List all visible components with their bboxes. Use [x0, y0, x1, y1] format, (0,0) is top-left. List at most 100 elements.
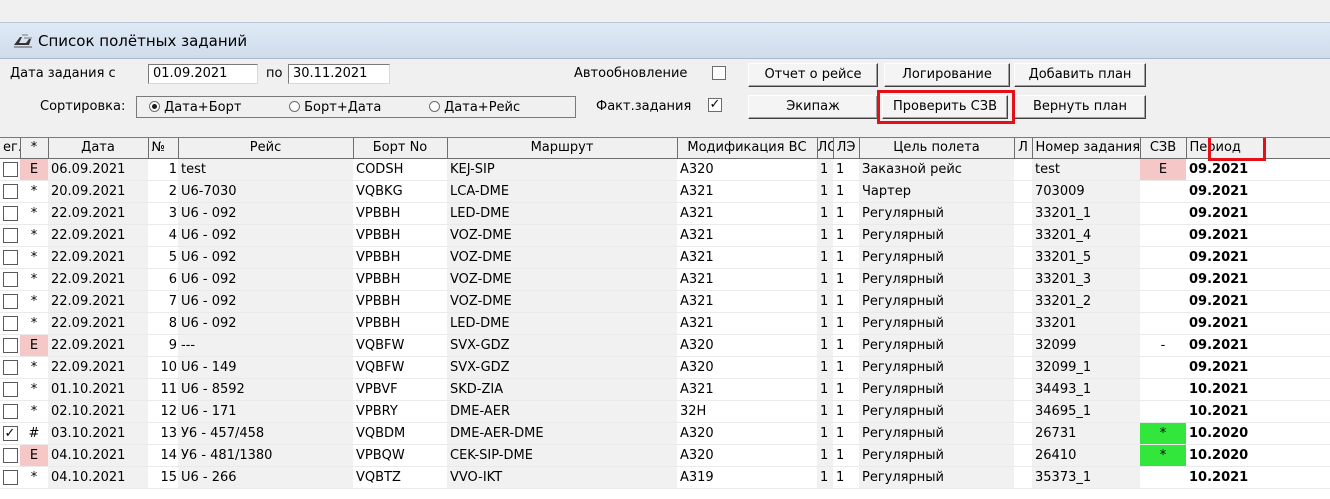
row-select-cell[interactable]: [0, 224, 20, 247]
row-select-cell[interactable]: [0, 400, 20, 423]
row-select-cell[interactable]: [0, 312, 20, 335]
col-header-board[interactable]: Борт No: [353, 138, 448, 159]
table-row[interactable]: * 22.09.2021 10 U6 - 149 VQBFW SVX-GDZ A320 1 1 Р…: [0, 356, 1330, 379]
row-status-mark: E: [20, 334, 48, 357]
fact-tasks-checkbox[interactable]: ✓: [708, 98, 722, 112]
row-status-mark: *: [20, 356, 48, 379]
cell-l: [1014, 334, 1032, 357]
col-header-flight[interactable]: Рейс: [178, 138, 354, 159]
table-row[interactable]: * 22.09.2021 8 U6 - 092 VPBBH LED-DME A321 1 1 Ре…: [0, 312, 1330, 335]
row-select-checkbox[interactable]: [2, 403, 18, 419]
table-row[interactable]: * 22.09.2021 6 U6 - 092 VPBBH VOZ-DME A321 1 1 Ре…: [0, 268, 1330, 291]
cell-task-number: 703009: [1032, 180, 1140, 203]
table-row[interactable]: E 06.09.2021 1 test CODSH KEJ-SIP A320 1 1 Заказн…: [0, 158, 1330, 181]
cell-lo: 1: [817, 202, 833, 225]
row-select-cell[interactable]: [0, 246, 20, 269]
col-header-le[interactable]: ЛЭ: [833, 138, 860, 159]
row-select-checkbox[interactable]: [2, 205, 18, 221]
col-header-lo[interactable]: ЛО: [817, 138, 834, 159]
col-header-task-number[interactable]: Номер задания: [1032, 138, 1141, 159]
cell-l: [1014, 202, 1032, 225]
row-select-checkbox[interactable]: [2, 183, 18, 199]
add-plan-button[interactable]: Добавить план: [1014, 63, 1146, 87]
cell-task-number: 33201_1: [1032, 202, 1140, 225]
row-select-cell[interactable]: [0, 334, 20, 357]
col-header-route[interactable]: Маршрут: [447, 138, 678, 159]
cell-number: 6: [148, 268, 178, 291]
cell-task-number: 32099: [1032, 334, 1140, 357]
table-header-row: ег. * Дата № Рейс Борт No Маршрут Модифи…: [0, 138, 1330, 159]
row-select-checkbox[interactable]: ✓: [2, 425, 18, 441]
sort-board-date-radio[interactable]: Борт+Дата: [289, 100, 381, 116]
table-row[interactable]: * 20.09.2021 2 U6-7030 VQBKG LCA-DME A321 1 1 Чар…: [0, 180, 1330, 203]
cell-period: 09.2021: [1186, 290, 1330, 313]
row-status-mark: *: [20, 268, 48, 291]
row-select-checkbox[interactable]: [2, 359, 18, 375]
table-row[interactable]: * 22.09.2021 4 U6 - 092 VPBBH VOZ-DME A321 1 1 Ре…: [0, 224, 1330, 247]
row-select-checkbox[interactable]: [2, 161, 18, 177]
row-select-cell[interactable]: ✓: [0, 422, 20, 445]
table-row[interactable]: * 01.10.2021 11 U6 - 8592 VPBVF SKD-ZIA A321 1 1…: [0, 378, 1330, 401]
cell-period: 10.2020: [1186, 422, 1330, 445]
table-row[interactable]: E 22.09.2021 9 --- VQBFW SVX-GDZ A320 1 1 Регуляр…: [0, 334, 1330, 357]
col-header-szv[interactable]: СЗВ: [1140, 138, 1187, 159]
cell-route: LED-DME: [447, 312, 677, 335]
table-row[interactable]: * 22.09.2021 7 U6 - 092 VPBBH VOZ-DME A321 1 1 Ре…: [0, 290, 1330, 313]
return-plan-button[interactable]: Вернуть план: [1014, 95, 1146, 119]
cell-le: 1: [833, 158, 859, 181]
cell-le: 1: [833, 444, 859, 467]
table-row[interactable]: * 22.09.2021 5 U6 - 092 VPBBH VOZ-DME A321 1 1 Ре…: [0, 246, 1330, 269]
flight-report-button[interactable]: Отчет о рейсе: [748, 63, 878, 87]
row-select-checkbox[interactable]: [2, 293, 18, 309]
row-select-cell[interactable]: [0, 268, 20, 291]
date-to-field[interactable]: 30.11.2021: [288, 64, 390, 84]
date-from-label: Дата задания с: [10, 66, 116, 81]
cell-task-number: 34695_1: [1032, 400, 1140, 423]
row-select-checkbox[interactable]: [2, 271, 18, 287]
row-select-cell[interactable]: [0, 158, 20, 181]
cell-aircraft-mod: A319: [677, 466, 817, 489]
col-header-date[interactable]: Дата: [48, 138, 149, 159]
col-header-check[interactable]: ег.: [0, 138, 21, 159]
row-select-checkbox[interactable]: [2, 447, 18, 463]
col-header-purpose[interactable]: Цель полета: [859, 138, 1015, 159]
cell-board: VPBBH: [353, 202, 447, 225]
top-strip: [0, 0, 1330, 22]
sort-date-board-radio[interactable]: Дата+Борт: [149, 100, 241, 116]
cell-period: 10.2021: [1186, 378, 1330, 401]
cell-purpose: Регулярный: [859, 444, 1014, 467]
col-header-mark[interactable]: *: [20, 138, 49, 159]
cell-aircraft-mod: A320: [677, 444, 817, 467]
col-header-aircraft-mod[interactable]: Модификация ВС: [677, 138, 818, 159]
row-select-cell[interactable]: [0, 202, 20, 225]
row-select-checkbox[interactable]: [2, 249, 18, 265]
row-select-cell[interactable]: [0, 180, 20, 203]
cell-route: VVO-IKT: [447, 466, 677, 489]
logging-button[interactable]: Логирование: [884, 63, 1010, 87]
row-select-checkbox[interactable]: [2, 469, 18, 485]
row-select-cell[interactable]: [0, 356, 20, 379]
cell-flight: U6 - 092: [178, 290, 353, 313]
row-select-checkbox[interactable]: [2, 381, 18, 397]
col-header-number[interactable]: №: [148, 138, 179, 159]
table-row[interactable]: * 22.09.2021 3 U6 - 092 VPBBH LED-DME A321 1 1 Ре…: [0, 202, 1330, 225]
cell-task-number: 34493_1: [1032, 378, 1140, 401]
sort-date-flight-radio[interactable]: Дата+Рейс: [429, 100, 520, 116]
cell-period: 09.2021: [1186, 268, 1330, 291]
row-select-cell[interactable]: [0, 290, 20, 313]
date-from-field[interactable]: 01.09.2021: [148, 64, 258, 84]
row-select-cell[interactable]: [0, 378, 20, 401]
table-row[interactable]: * 04.10.2021 15 U6 - 266 VQBTZ VVO-IKT A319 1 1 Р…: [0, 466, 1330, 489]
cell-board: VPBVF: [353, 378, 447, 401]
row-select-cell[interactable]: [0, 444, 20, 467]
table-row[interactable]: E 04.10.2021 14 У6 - 481/1380 VPBQW CEK-SIP-D…: [0, 444, 1330, 467]
autoupdate-checkbox[interactable]: [712, 66, 726, 80]
row-select-checkbox[interactable]: [2, 315, 18, 331]
table-row[interactable]: * 02.10.2021 12 U6 - 171 VPBRY DME-AER 32H 1 1 Ре…: [0, 400, 1330, 423]
col-header-l[interactable]: Л: [1014, 138, 1033, 159]
row-select-cell[interactable]: [0, 466, 20, 489]
row-select-checkbox[interactable]: [2, 337, 18, 353]
row-select-checkbox[interactable]: [2, 227, 18, 243]
table-row[interactable]: ✓ #03.10.2021 13 У6 - 457/458 VQBDM DME-AER-D…: [0, 422, 1330, 445]
crew-button[interactable]: Экипаж: [748, 95, 878, 119]
